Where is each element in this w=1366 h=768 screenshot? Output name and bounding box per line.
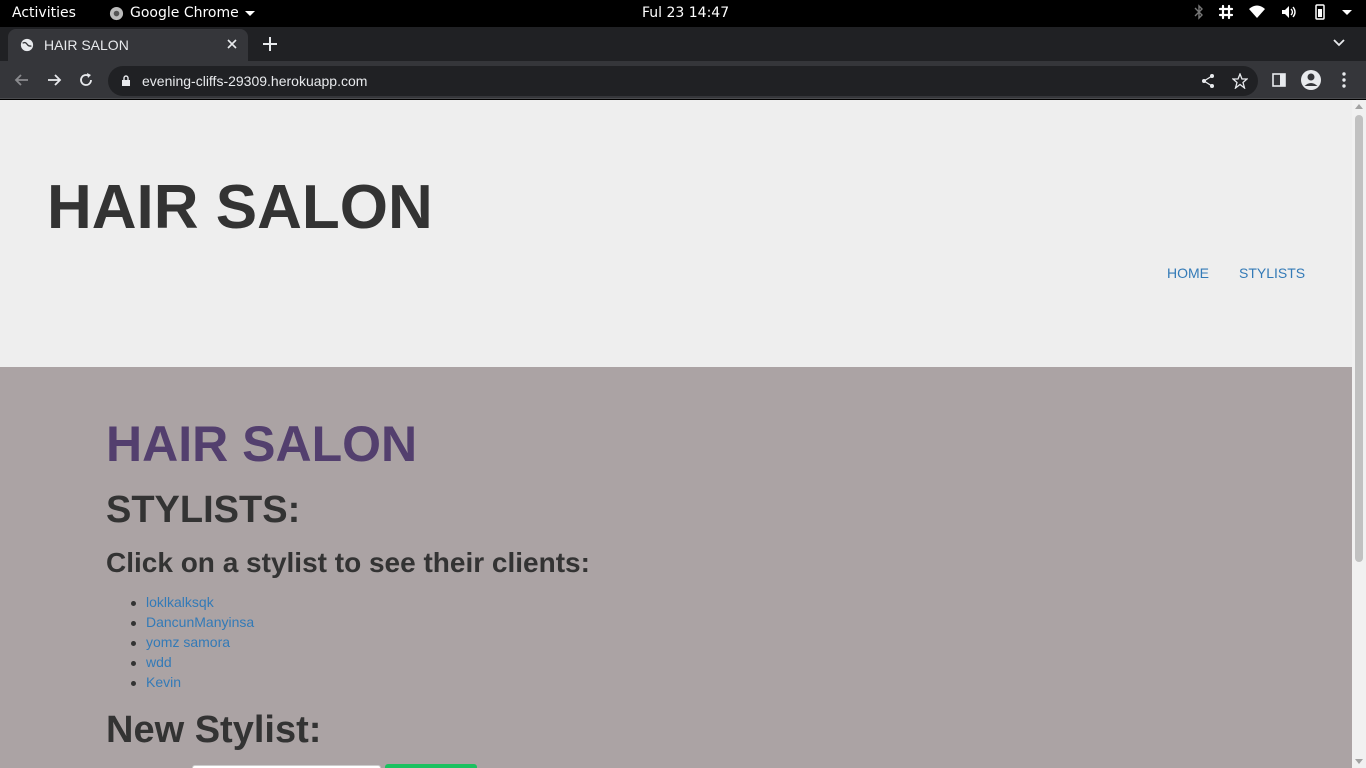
stylist-link[interactable]: Kevin xyxy=(146,674,181,690)
forward-button[interactable] xyxy=(43,69,65,91)
list-item: wdd xyxy=(106,654,254,674)
url-text: evening-cliffs-29309.herokuapp.com xyxy=(142,73,368,89)
os-top-bar: Activities Google Chrome Ful 23 14:47 xyxy=(0,0,1366,27)
app-menu[interactable]: Google Chrome xyxy=(109,5,255,21)
stylist-link[interactable]: wdd xyxy=(146,654,172,670)
page-viewport: HAIR SALON HOME STYLISTS HAIR SALON STYL… xyxy=(0,100,1352,768)
add-stylist-button[interactable] xyxy=(385,764,477,768)
chrome-icon xyxy=(109,6,124,20)
slack-icon xyxy=(1218,4,1234,20)
volume-icon xyxy=(1282,6,1296,18)
nav-home-link[interactable]: HOME xyxy=(1167,265,1209,281)
system-menu-chevron-icon xyxy=(1342,9,1352,15)
globe-icon xyxy=(20,38,34,52)
new-stylist-heading: New Stylist: xyxy=(106,709,322,751)
profile-button[interactable] xyxy=(1300,69,1322,91)
new-tab-icon[interactable] xyxy=(260,34,280,54)
kebab-menu-icon xyxy=(1342,72,1346,88)
reload-icon xyxy=(80,73,92,86)
share-icon[interactable] xyxy=(1200,73,1216,89)
back-button[interactable] xyxy=(11,69,33,91)
list-item: loklkalksqk xyxy=(106,594,254,614)
scrollbar-thumb[interactable] xyxy=(1355,115,1363,562)
chrome-menu-button[interactable] xyxy=(1333,69,1355,91)
clock[interactable]: Ful 23 14:47 xyxy=(642,5,729,21)
activities-button[interactable]: Activities xyxy=(12,5,76,21)
system-tray[interactable] xyxy=(1194,4,1352,20)
site-header: HAIR SALON HOME STYLISTS xyxy=(0,100,1352,367)
side-panel-icon xyxy=(1272,73,1286,87)
page-title: HAIR SALON xyxy=(106,416,418,472)
list-item: yomz samora xyxy=(106,634,254,654)
browser-toolbar: evening-cliffs-29309.herokuapp.com xyxy=(0,61,1366,99)
list-item: Kevin xyxy=(106,674,254,694)
scroll-down-arrow-icon[interactable] xyxy=(1355,759,1363,764)
app-menu-label: Google Chrome xyxy=(130,5,239,21)
site-nav: HOME STYLISTS xyxy=(1167,265,1305,281)
arrow-left-icon xyxy=(14,74,28,86)
tab-search-chevron-icon[interactable] xyxy=(1332,35,1346,49)
avatar-icon xyxy=(1301,70,1321,90)
arrow-right-icon xyxy=(48,74,62,86)
reload-button[interactable] xyxy=(75,69,97,91)
page-scrollbar[interactable] xyxy=(1352,100,1366,768)
tab-title: HAIR SALON xyxy=(44,37,129,53)
main-section: HAIR SALON STYLISTS: Click on a stylist … xyxy=(0,367,1352,768)
stylist-link[interactable]: yomz samora xyxy=(146,634,230,650)
stylist-link[interactable]: loklkalksqk xyxy=(146,594,214,610)
chevron-down-icon xyxy=(244,10,255,16)
bookmark-star-icon[interactable] xyxy=(1232,73,1248,89)
lock-icon[interactable] xyxy=(121,75,131,87)
close-tab-icon[interactable] xyxy=(224,36,240,52)
tab-hair-salon[interactable]: HAIR SALON xyxy=(8,29,248,61)
list-item: DancunManyinsa xyxy=(106,614,254,634)
nav-stylists-link[interactable]: STYLISTS xyxy=(1239,265,1305,281)
stylists-heading: STYLISTS: xyxy=(106,489,301,531)
stylist-link[interactable]: DancunManyinsa xyxy=(146,614,254,630)
bluetooth-icon xyxy=(1194,4,1203,20)
battery-phone-icon xyxy=(1315,4,1325,20)
side-panel-button[interactable] xyxy=(1268,69,1290,91)
scroll-up-arrow-icon[interactable] xyxy=(1355,104,1363,109)
tab-strip: HAIR SALON xyxy=(0,27,1366,61)
instruction-text: Click on a stylist to see their clients: xyxy=(106,547,590,578)
wifi-icon xyxy=(1249,5,1265,18)
address-bar[interactable]: evening-cliffs-29309.herokuapp.com xyxy=(108,66,1258,96)
stylist-list: loklkalksqk DancunManyinsa yomz samora w… xyxy=(106,594,254,694)
site-title: HAIR SALON xyxy=(47,173,433,242)
